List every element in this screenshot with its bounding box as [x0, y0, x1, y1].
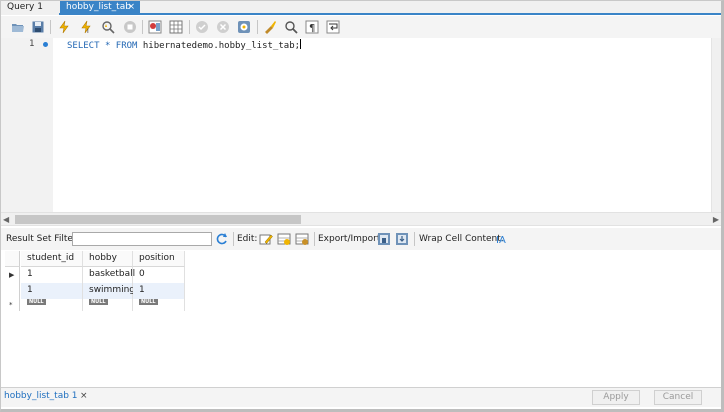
- delete-row-icon[interactable]: [295, 232, 309, 246]
- toolbar-separator: [233, 232, 234, 246]
- sql-keyword: FROM: [115, 41, 138, 51]
- sql-code-line[interactable]: SELECT * FROM hibernatedemo.hobby_list_t…: [67, 39, 302, 51]
- toolbar-separator: [257, 20, 258, 34]
- tab-label: hobby_list_tab: [66, 2, 131, 12]
- execute-icon[interactable]: [57, 20, 71, 34]
- toolbar-separator: [142, 20, 143, 34]
- toolbar-separator: [314, 232, 315, 246]
- toggle-output-icon[interactable]: [148, 20, 162, 34]
- apply-button[interactable]: Apply: [592, 390, 640, 405]
- stop-icon[interactable]: [123, 20, 137, 34]
- column-header[interactable]: position: [133, 251, 185, 267]
- refresh-icon[interactable]: [215, 232, 229, 246]
- edit-row-icon[interactable]: [259, 232, 273, 246]
- sql-table-name: hibernatedemo.hobby_list_tab;: [142, 41, 301, 51]
- edit-label: Edit:: [237, 234, 258, 244]
- wrap-cell-icon[interactable]: IA: [495, 232, 509, 246]
- wrap-cell-content-label: Wrap Cell Content:: [419, 234, 504, 244]
- text-caret: [300, 39, 302, 49]
- export-import-label: Export/Import:: [318, 234, 384, 244]
- sql-keyword: SELECT: [67, 41, 100, 51]
- tab-query-1[interactable]: Query 1: [1, 1, 59, 15]
- cancel-button[interactable]: Cancel: [654, 390, 702, 405]
- toolbar-separator: [50, 20, 51, 34]
- result-tab[interactable]: hobby_list_tab 1: [4, 391, 78, 401]
- table-cell[interactable]: swimming: [83, 283, 135, 299]
- sql-star: *: [104, 41, 111, 51]
- table-cell[interactable]: 1: [133, 283, 185, 299]
- current-row-arrow-icon: ▶: [9, 271, 15, 279]
- row-header-corner: [5, 251, 20, 267]
- row-selector[interactable]: ▶: [5, 267, 20, 283]
- result-filter-label: Result Set Filter:: [6, 234, 80, 244]
- null-cell[interactable]: NULL: [133, 299, 185, 311]
- null-badge: NULL: [89, 299, 108, 305]
- sql-editor[interactable]: 1 SELECT * FROM hibernatedemo.hobby_list…: [1, 38, 721, 212]
- import-icon[interactable]: [395, 232, 409, 246]
- result-toolbar: Result Set Filter: Edit: Export/Import: …: [1, 228, 721, 250]
- toolbar-separator: [414, 232, 415, 246]
- result-filter-input[interactable]: [72, 232, 212, 246]
- line-number: 1: [29, 39, 35, 49]
- editor-horizontal-scrollbar[interactable]: ◀ ▶: [1, 212, 721, 226]
- null-cell[interactable]: NULL: [21, 299, 83, 311]
- autocommit-icon[interactable]: [237, 20, 251, 34]
- editor-tabbar: Query 1 hobby_list_tab ×: [1, 1, 721, 15]
- null-badge: NULL: [27, 299, 46, 305]
- scroll-right-icon[interactable]: ▶: [713, 215, 719, 224]
- open-folder-icon[interactable]: [11, 20, 25, 34]
- statement-marker-icon: [43, 42, 48, 47]
- commit-icon[interactable]: [195, 20, 209, 34]
- explain-icon[interactable]: [101, 20, 115, 34]
- table-cell[interactable]: 0: [133, 267, 185, 283]
- line-gutter: 1: [1, 38, 53, 212]
- save-icon[interactable]: [31, 20, 45, 34]
- wrap-icon[interactable]: [326, 20, 340, 34]
- new-row-marker: *: [9, 301, 13, 309]
- close-tab-icon[interactable]: ×: [127, 1, 135, 14]
- export-icon[interactable]: [377, 232, 391, 246]
- beautify-icon[interactable]: [263, 20, 277, 34]
- execute-line-icon[interactable]: I: [79, 20, 93, 34]
- toolbar-separator: [189, 20, 190, 34]
- column-header[interactable]: student_id: [21, 251, 83, 267]
- null-cell[interactable]: NULL: [83, 299, 133, 311]
- tab-label: Query 1: [7, 2, 43, 12]
- table-cell[interactable]: 1: [21, 283, 83, 299]
- sql-editor-toolbar: I ¶: [1, 16, 721, 38]
- column-header[interactable]: hobby: [83, 251, 133, 267]
- row-selector[interactable]: *: [5, 299, 20, 311]
- svg-text:IA: IA: [496, 235, 506, 246]
- rollback-icon[interactable]: [216, 20, 230, 34]
- scrollbar-thumb[interactable]: [15, 215, 301, 224]
- result-tabbar: hobby_list_tab 1 × Apply Cancel: [1, 387, 721, 407]
- null-badge: NULL: [139, 299, 158, 305]
- row-selector[interactable]: [5, 283, 20, 299]
- svg-text:I: I: [87, 28, 89, 34]
- close-result-tab-icon[interactable]: ×: [80, 391, 88, 401]
- invisible-chars-icon[interactable]: ¶: [305, 20, 319, 34]
- editor-vertical-scrollbar[interactable]: [711, 38, 721, 212]
- scroll-left-icon[interactable]: ◀: [3, 215, 9, 224]
- add-row-icon[interactable]: [277, 232, 291, 246]
- grid-icon[interactable]: [169, 20, 183, 34]
- svg-text:¶: ¶: [309, 23, 315, 34]
- table-cell[interactable]: basketball: [83, 267, 135, 283]
- table-cell[interactable]: 1: [21, 267, 83, 283]
- tab-hobby-list-tab[interactable]: hobby_list_tab ×: [60, 1, 140, 15]
- find-icon[interactable]: [284, 20, 298, 34]
